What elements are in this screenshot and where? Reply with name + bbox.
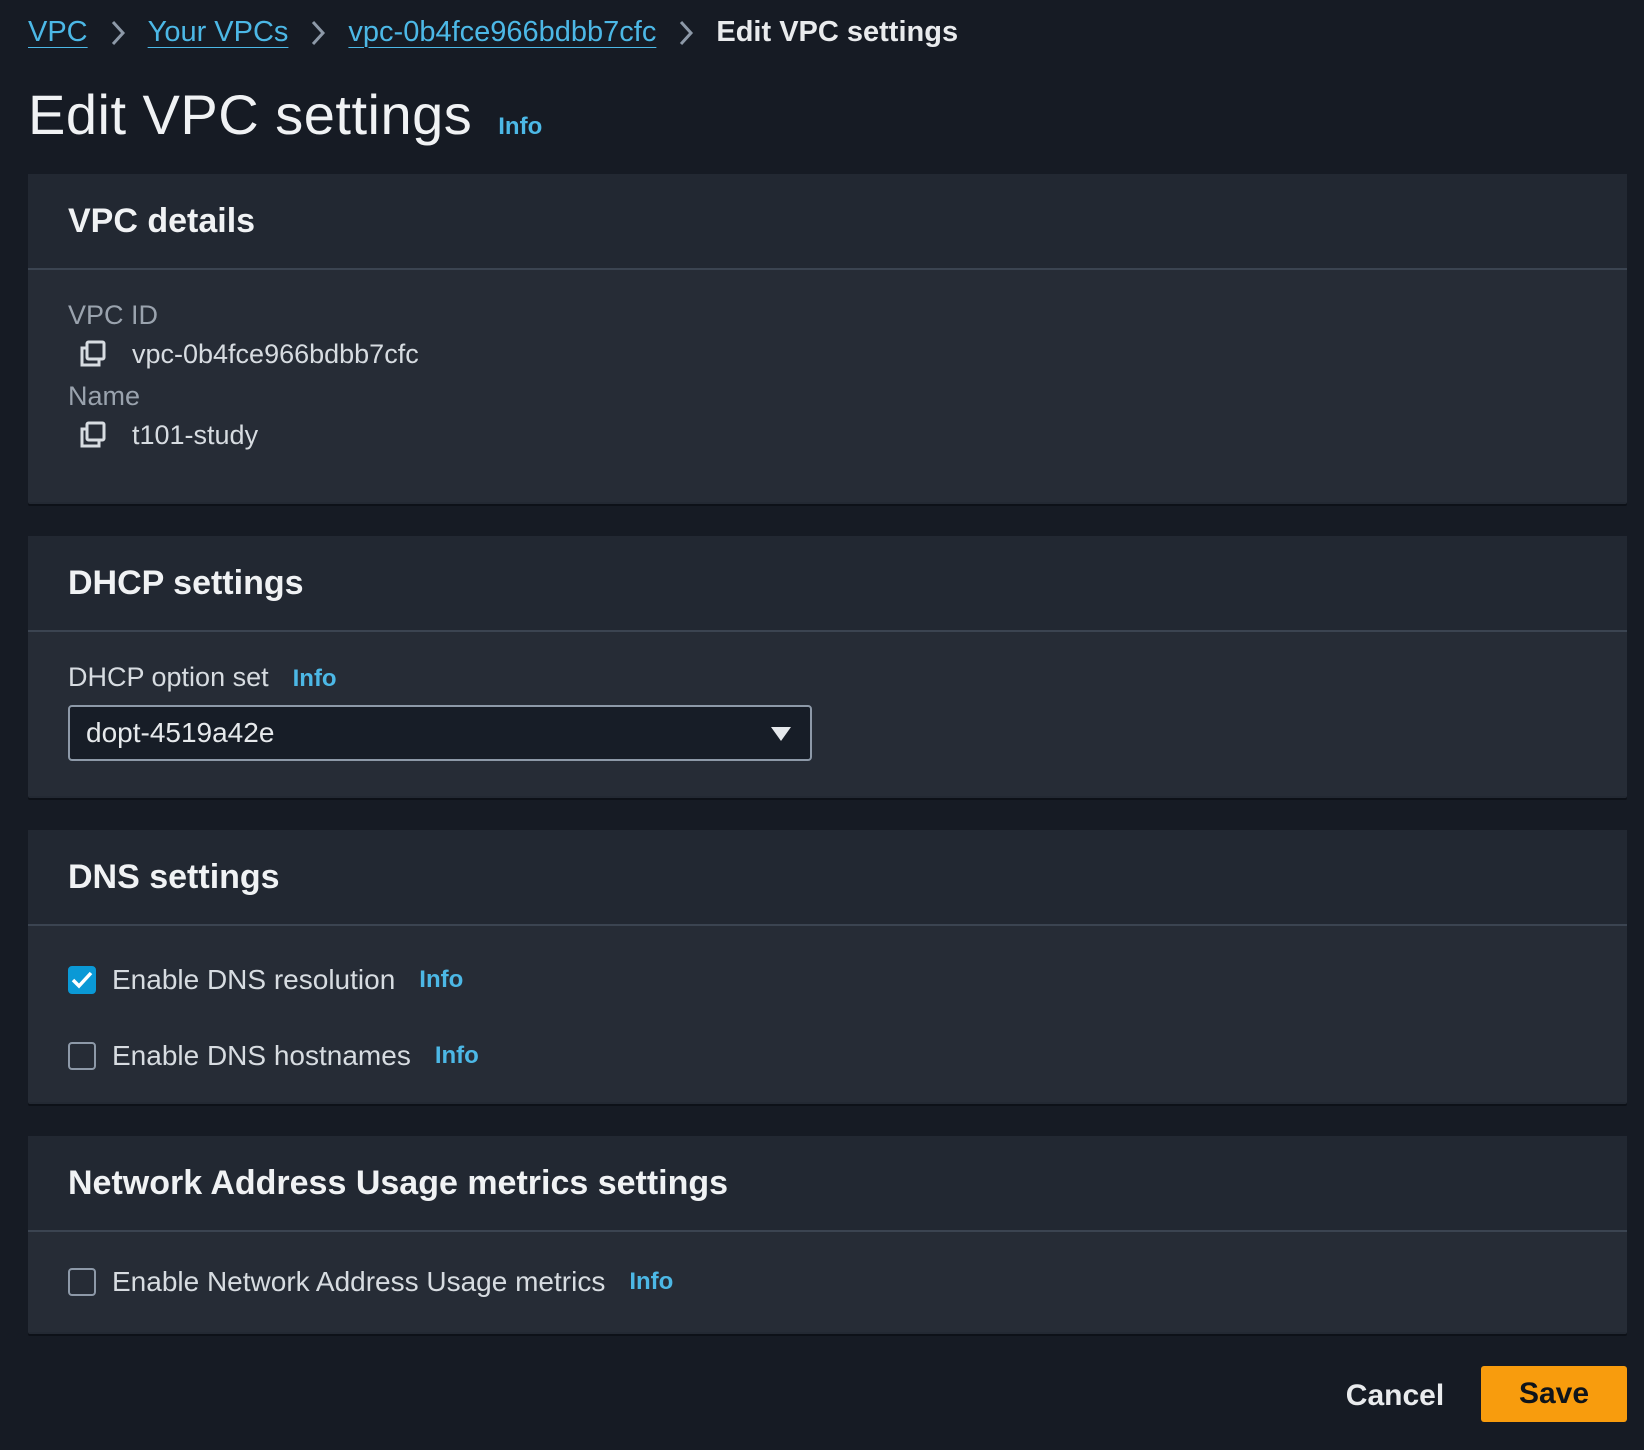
vpc-details-title: VPC details: [68, 201, 256, 240]
nau-metrics-label[interactable]: Enable Network Address Usage metrics: [112, 1266, 605, 1298]
nau-settings-header: Network Address Usage metrics settings: [28, 1136, 1627, 1232]
dns-resolution-info-link[interactable]: Info: [419, 966, 463, 994]
dhcp-option-set-value: dopt-4519a42e: [86, 717, 275, 748]
name-row: t101-study: [68, 412, 1627, 458]
dns-resolution-label[interactable]: Enable DNS resolution: [112, 964, 395, 996]
vpc-details-body: VPC ID vpc-0b4fce966bdbb7cfc Name t101-s…: [28, 270, 1627, 502]
dns-hostnames-label[interactable]: Enable DNS hostnames: [112, 1040, 411, 1072]
dhcp-info-link[interactable]: Info: [293, 665, 337, 693]
vpc-id-row: vpc-0b4fce966bdbb7cfc: [68, 331, 1627, 377]
page-title: Edit VPC settings: [28, 83, 473, 146]
dhcp-settings-body: DHCP option set Info dopt-4519a42e: [28, 632, 1627, 796]
dhcp-option-set-label: DHCP option set: [68, 662, 269, 692]
page-info-link[interactable]: Info: [498, 113, 542, 141]
dhcp-settings-header: DHCP settings: [28, 536, 1627, 632]
name-label: Name: [68, 381, 141, 411]
dns-settings-header: DNS settings: [28, 830, 1627, 926]
dhcp-settings-title: DHCP settings: [68, 563, 304, 602]
nau-metrics-checkbox[interactable]: [68, 1268, 96, 1296]
breadcrumb-current: Edit VPC settings: [716, 15, 959, 48]
nau-metrics-row: Enable Network Address Usage metrics Inf…: [68, 1262, 1627, 1302]
nau-settings-body: Enable Network Address Usage metrics Inf…: [28, 1232, 1627, 1332]
vpc-id-label: VPC ID: [68, 300, 159, 330]
dns-settings-panel: DNS settings Enable DNS resolution Info …: [28, 830, 1627, 1104]
breadcrumb-link-vpc[interactable]: VPC: [28, 16, 88, 49]
nau-settings-panel: Network Address Usage metrics settings E…: [28, 1136, 1627, 1334]
copy-icon[interactable]: [78, 420, 108, 450]
dns-resolution-row: Enable DNS resolution Info: [68, 960, 1627, 1000]
caret-down-icon: [770, 717, 792, 749]
breadcrumb-link-your-vpcs[interactable]: Your VPCs: [148, 16, 289, 49]
edit-vpc-settings-page: VPC Your VPCs vpc-0b4fce966bdbb7cfc Edit…: [0, 0, 1644, 1450]
dns-hostnames-info-link[interactable]: Info: [435, 1042, 479, 1070]
chevron-right-icon: [656, 16, 716, 49]
dns-settings-body: Enable DNS resolution Info Enable DNS ho…: [28, 926, 1627, 1102]
dhcp-settings-panel: DHCP settings DHCP option set Info dopt-…: [28, 536, 1627, 798]
nau-settings-title: Network Address Usage metrics settings: [68, 1163, 729, 1202]
vpc-id-value: vpc-0b4fce966bdbb7cfc: [132, 338, 419, 369]
dhcp-option-set-label-row: DHCP option set Info: [68, 662, 1627, 693]
dns-hostnames-row: Enable DNS hostnames Info: [68, 1036, 1627, 1076]
copy-icon[interactable]: [78, 339, 108, 369]
cancel-button[interactable]: Cancel: [1330, 1370, 1460, 1422]
breadcrumb: VPC Your VPCs vpc-0b4fce966bdbb7cfc Edit…: [28, 14, 958, 50]
page-header: Edit VPC settings Info: [28, 82, 542, 147]
checkmark-icon: [71, 971, 93, 989]
chevron-right-icon: [88, 16, 148, 49]
name-value: t101-study: [132, 419, 259, 450]
breadcrumb-link-vpc-id[interactable]: vpc-0b4fce966bdbb7cfc: [348, 16, 656, 49]
dns-resolution-checkbox[interactable]: [68, 966, 96, 994]
dns-hostnames-checkbox[interactable]: [68, 1042, 96, 1070]
nau-info-link[interactable]: Info: [629, 1268, 673, 1296]
save-button[interactable]: Save: [1481, 1366, 1627, 1422]
chevron-right-icon: [288, 16, 348, 49]
vpc-details-panel: VPC details VPC ID vpc-0b4fce966bdbb7cfc…: [28, 174, 1627, 504]
vpc-details-header: VPC details: [28, 174, 1627, 270]
dns-settings-title: DNS settings: [68, 857, 280, 896]
dhcp-option-set-select[interactable]: dopt-4519a42e: [68, 705, 812, 761]
